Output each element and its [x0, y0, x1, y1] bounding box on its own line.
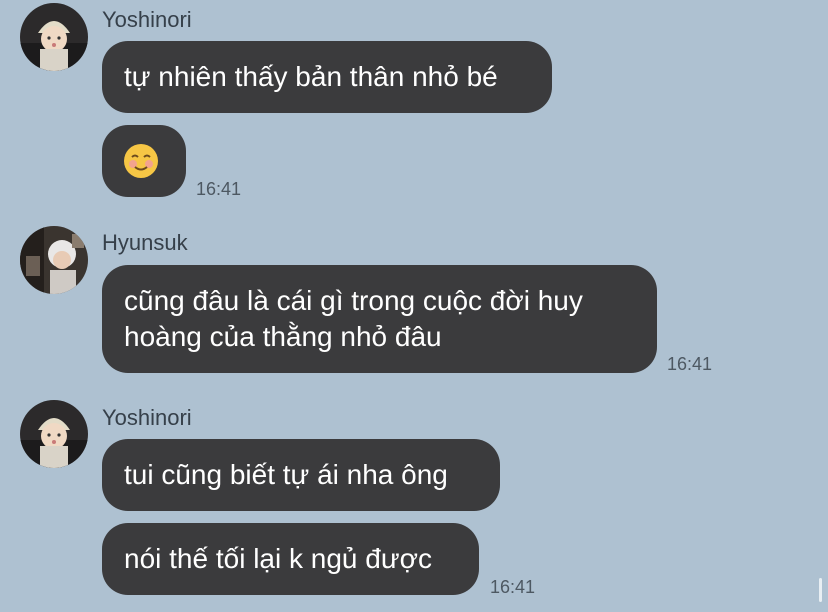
avatar[interactable] — [20, 3, 88, 71]
avatar[interactable] — [20, 226, 88, 294]
sender-name: Hyunsuk — [102, 230, 188, 255]
message-text-line: hoàng của thằng nhỏ đâu — [124, 321, 442, 352]
message-text-line: cũng đâu là cái gì trong cuộc đời huy — [124, 285, 583, 316]
message-bubble[interactable]: cũng đâu là cái gì trong cuộc đời huy ho… — [102, 265, 657, 373]
avatar-photo-icon — [20, 400, 88, 468]
message-text: nói thế tối lại k ngủ được — [124, 543, 432, 574]
message-bubble[interactable]: nói thế tối lại k ngủ được — [102, 523, 479, 595]
avatar-photo-icon — [20, 3, 88, 71]
sender-name: Yoshinori — [102, 405, 192, 430]
message-timestamp: 16:41 — [667, 354, 713, 374]
message-text: tự nhiên thấy bản thân nhỏ bé — [124, 61, 498, 92]
emoji-bubble[interactable]: ☺️ — [102, 125, 186, 197]
message-text: tui cũng biết tự ái nha ông — [124, 459, 448, 490]
smiling-face-emoji-icon — [124, 144, 158, 178]
scrollbar[interactable] — [819, 578, 822, 602]
sender-name: Yoshinori — [102, 7, 192, 32]
message-bubble[interactable]: tui cũng biết tự ái nha ông — [102, 439, 500, 511]
avatar[interactable] — [20, 400, 88, 468]
message-timestamp: 16:41 — [196, 179, 242, 199]
avatar-photo-icon — [20, 226, 88, 294]
message-timestamp: 16:41 — [490, 577, 536, 597]
message-bubble[interactable]: tự nhiên thấy bản thân nhỏ bé — [102, 41, 552, 113]
